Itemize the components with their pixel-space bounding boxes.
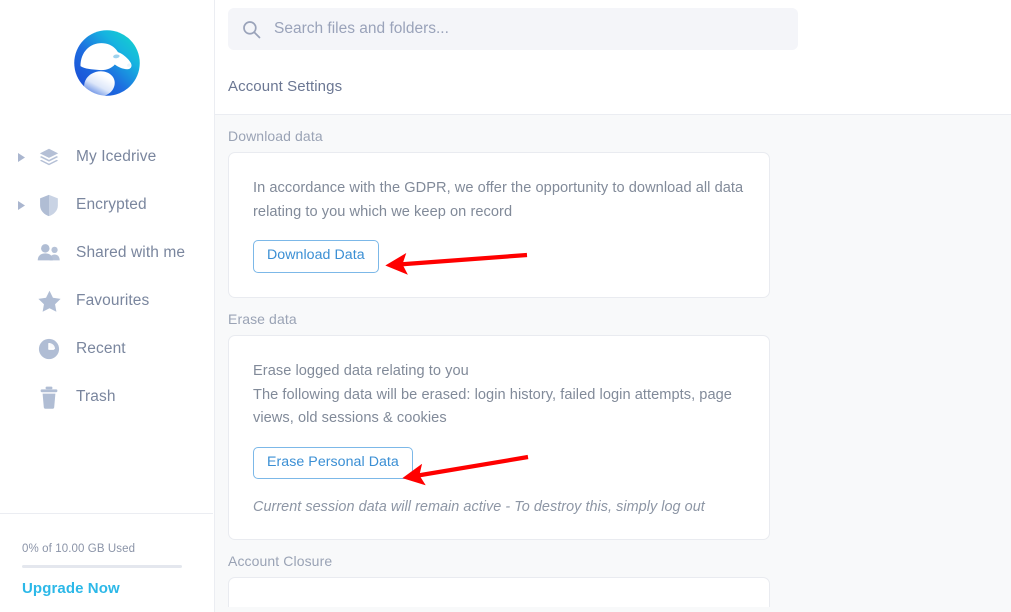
layers-icon [32, 146, 66, 168]
upgrade-now-link[interactable]: Upgrade Now [22, 580, 120, 597]
sidebar-item-label: Favourites [76, 292, 149, 310]
divider [0, 513, 213, 514]
download-data-button[interactable]: Download Data [253, 240, 379, 273]
search-box[interactable] [228, 8, 798, 50]
shield-icon [32, 194, 66, 217]
erase-data-card: Erase logged data relating to you The fo… [228, 335, 770, 541]
download-data-description: In accordance with the GDPR, we offer th… [253, 177, 745, 224]
sidebar-item-label: Recent [76, 340, 126, 358]
chevron-right-icon[interactable] [14, 198, 28, 212]
sidebar: My Icedrive Encrypted [0, 0, 215, 612]
sidebar-item-shared-with-me[interactable]: Shared with me [0, 229, 214, 277]
top-bar: Account Settings [215, 0, 1011, 115]
sidebar-item-label: Encrypted [76, 196, 147, 214]
section-label-account-closure: Account Closure [228, 553, 1011, 569]
account-closure-card [228, 577, 770, 607]
erase-personal-data-button[interactable]: Erase Personal Data [253, 447, 413, 480]
sidebar-item-favourites[interactable]: Favourites [0, 277, 214, 325]
storage-panel: 0% of 10.00 GB Used Upgrade Now [0, 513, 214, 612]
erase-data-description-line2: The following data will be erased: login… [253, 384, 745, 431]
settings-content: Download data In accordance with the GDP… [215, 115, 1011, 612]
erase-data-note: Current session data will remain active … [253, 499, 745, 515]
app-window: My Icedrive Encrypted [0, 0, 1011, 612]
sidebar-item-my-icedrive[interactable]: My Icedrive [0, 133, 214, 181]
download-data-card: In accordance with the GDPR, we offer th… [228, 152, 770, 298]
search-icon [242, 20, 264, 39]
section-label-download-data: Download data [228, 128, 1011, 144]
logo-container[interactable] [0, 0, 214, 125]
star-icon [32, 290, 66, 312]
icedrive-polar-bear-logo [68, 24, 146, 102]
clock-icon [32, 338, 66, 360]
sidebar-item-trash[interactable]: Trash [0, 373, 214, 421]
storage-usage-text: 0% of 10.00 GB Used [22, 513, 192, 555]
sidebar-item-label: Trash [76, 388, 116, 406]
sidebar-item-label: My Icedrive [76, 148, 156, 166]
sidebar-item-label: Shared with me [76, 244, 185, 262]
section-label-erase-data: Erase data [228, 311, 1011, 327]
sidebar-item-recent[interactable]: Recent [0, 325, 214, 373]
main-panel: Account Settings Download data In accord… [215, 0, 1011, 612]
storage-progress-bar [22, 565, 182, 568]
chevron-right-icon[interactable] [14, 150, 28, 164]
search-input[interactable] [264, 20, 784, 38]
page-title: Account Settings [228, 78, 342, 95]
sidebar-nav: My Icedrive Encrypted [0, 125, 214, 421]
sidebar-item-encrypted[interactable]: Encrypted [0, 181, 214, 229]
people-icon [32, 242, 66, 264]
trash-icon [32, 386, 66, 409]
erase-data-description-line1: Erase logged data relating to you [253, 360, 745, 384]
